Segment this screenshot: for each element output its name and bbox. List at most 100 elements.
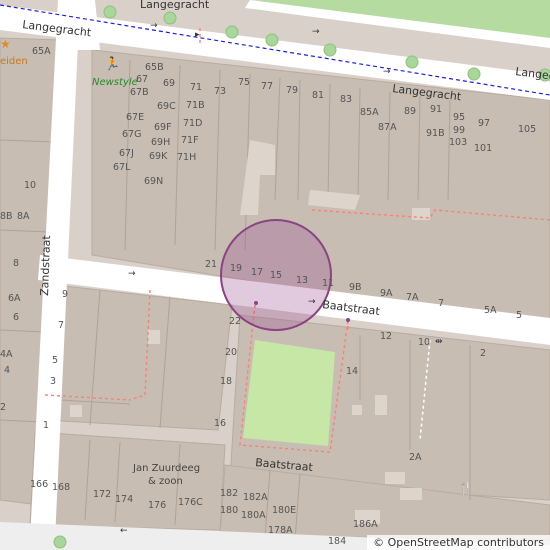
house-number: 95 — [453, 112, 465, 123]
house-number: 9B — [349, 282, 362, 293]
house-number: 101 — [474, 143, 492, 154]
house-number: 7A — [406, 292, 419, 303]
house-number: 99 — [453, 125, 465, 136]
house-number: 85A — [360, 107, 379, 118]
house-number: 69F — [154, 122, 172, 133]
house-number: 11 — [322, 278, 334, 289]
house-number: 8A — [17, 211, 30, 222]
house-number: 10 — [24, 180, 36, 191]
house-number: 9A — [380, 288, 393, 299]
house-number: 103 — [449, 137, 467, 148]
house-number: 180 — [220, 505, 238, 516]
house-number: 71F — [181, 135, 199, 146]
house-number: 5 — [52, 355, 58, 366]
poi-leiden: eiden — [0, 56, 28, 67]
cafe-icon: 🍴 — [458, 481, 473, 495]
house-number: 12 — [380, 331, 392, 342]
house-number: 180A — [241, 510, 266, 521]
house-number: 67 — [136, 74, 148, 85]
svg-text:▸: ▸ — [195, 30, 200, 40]
house-number: 105 — [518, 124, 536, 135]
street-label-zandstraat: Zandstraat — [38, 234, 53, 296]
house-number: 2 — [0, 402, 6, 413]
house-number: 67J — [119, 148, 134, 159]
house-number: 69C — [157, 101, 176, 112]
map-view[interactable]: → → ▸ → → → ← ⇹ Langegracht Langegracht … — [0, 0, 550, 550]
house-number: 16 — [214, 418, 226, 429]
house-number: 89 — [404, 106, 416, 117]
house-number: 77 — [261, 81, 273, 92]
house-number: 79 — [286, 85, 298, 96]
house-number: 176 — [148, 500, 166, 511]
house-number: 166 — [30, 479, 48, 490]
house-number: 3 — [50, 376, 56, 387]
svg-text:→: → — [383, 67, 391, 77]
house-number: 6 — [13, 312, 19, 323]
house-number: 1 — [43, 420, 49, 431]
house-number: 22 — [229, 316, 241, 327]
house-number: 8B — [0, 211, 13, 222]
house-number: 14 — [346, 366, 358, 377]
house-number: 180E — [272, 505, 296, 516]
house-number: 178A — [268, 525, 293, 536]
svg-text:⇹: ⇹ — [435, 337, 443, 347]
map-canvas[interactable]: → → ▸ → → → ← ⇹ Langegracht Langegracht … — [0, 0, 550, 550]
house-number: 172 — [93, 489, 111, 500]
house-number: 7 — [58, 320, 64, 331]
house-number: 91 — [430, 104, 442, 115]
house-number: 182 — [220, 488, 238, 499]
park-area — [243, 340, 335, 446]
house-number: 186A — [353, 519, 378, 530]
house-number: 7 — [438, 298, 444, 309]
house-number: 4A — [0, 349, 13, 360]
fitness-icon: 🏃 — [104, 56, 120, 72]
svg-text:→: → — [128, 269, 136, 279]
house-number: 9 — [62, 289, 68, 300]
svg-text:←: ← — [120, 526, 128, 536]
house-number: 21 — [205, 259, 217, 270]
poi-jan-line1: Jan Zuurdeeg — [132, 463, 200, 474]
house-number: 71B — [186, 100, 205, 111]
house-number: 174 — [115, 494, 133, 505]
street-label-langegracht-1: Langegracht — [140, 0, 210, 11]
house-number: 6A — [8, 293, 21, 304]
house-number: 67E — [126, 112, 144, 123]
star-icon: ★ — [0, 37, 11, 51]
house-number: 71 — [190, 82, 202, 93]
svg-text:→: → — [308, 297, 316, 307]
house-number: 184 — [328, 536, 346, 547]
house-number: 8 — [13, 258, 19, 269]
house-number: 97 — [478, 118, 490, 129]
house-number: 71H — [177, 152, 196, 163]
house-number: 18 — [220, 376, 232, 387]
house-number: 182A — [243, 492, 268, 503]
house-number: 4 — [4, 365, 10, 376]
house-number: 17 — [251, 267, 263, 278]
house-number: 168 — [52, 482, 70, 493]
house-number: 67B — [130, 87, 149, 98]
svg-text:→: → — [312, 27, 320, 37]
house-number: 73 — [214, 86, 226, 97]
house-number: 69N — [144, 176, 163, 187]
house-number: 2A — [409, 452, 422, 463]
house-number: 75 — [238, 77, 250, 88]
house-number: 69H — [151, 137, 170, 148]
svg-text:→: → — [150, 21, 158, 31]
house-number: 19 — [230, 263, 242, 274]
location-marker — [254, 301, 258, 305]
house-number: 71D — [183, 118, 202, 129]
house-number: 20 — [225, 347, 237, 358]
house-number: 83 — [340, 94, 352, 105]
map-attribution[interactable]: © OpenStreetMap contributors — [367, 535, 550, 550]
house-number: 15 — [270, 270, 282, 281]
house-number: 87A — [378, 122, 397, 133]
house-number: 2 — [480, 348, 486, 359]
house-number: 5A — [484, 305, 497, 316]
house-number: 176C — [178, 497, 203, 508]
house-number: 69 — [163, 78, 175, 89]
house-number: 67G — [122, 129, 141, 140]
house-number: 13 — [296, 275, 308, 286]
house-number: 81 — [312, 90, 324, 101]
house-number: 67L — [113, 162, 131, 173]
house-number: 69K — [149, 151, 168, 162]
